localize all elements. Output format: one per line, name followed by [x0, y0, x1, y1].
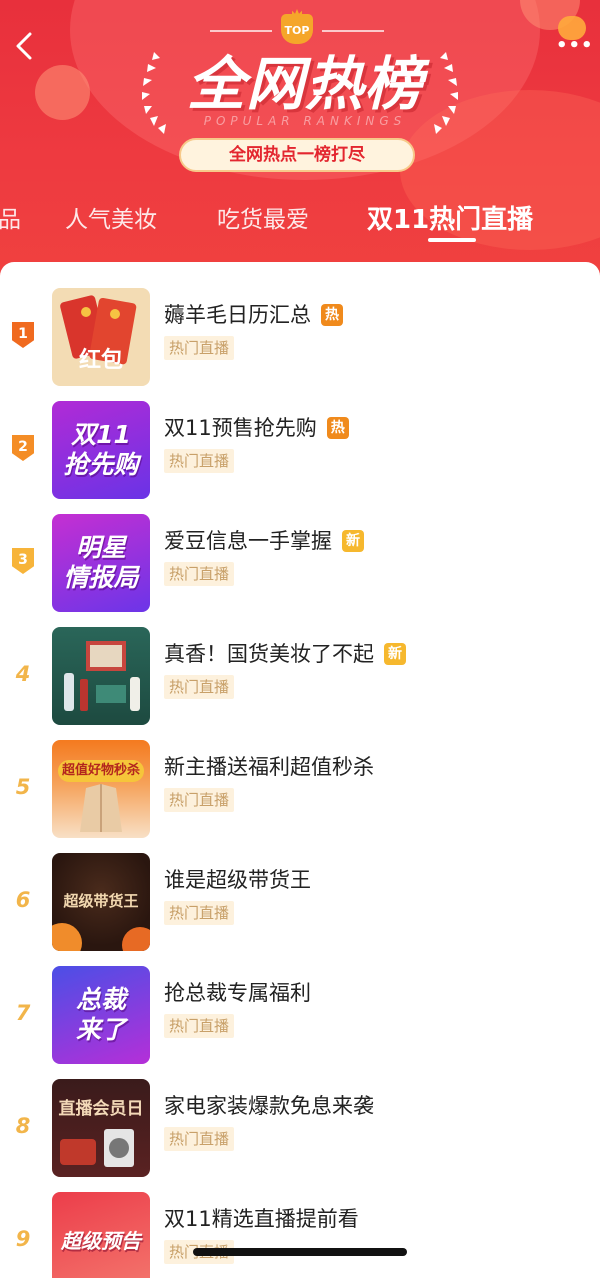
rank-badge: 2 [12, 435, 34, 461]
decor-circle [35, 65, 90, 120]
thumbnail: 明星 情报局 [52, 514, 150, 612]
rank-badge: 1 [12, 322, 34, 348]
thumbnail: 红包 [52, 288, 150, 386]
slogan-pill: 全网热点一榜打尽 [179, 138, 415, 172]
list-item[interactable]: 9 超级预告 双11精选直播提前看 热门直播 [0, 1192, 600, 1278]
thumbnail: 双11 抢先购 [52, 401, 150, 499]
back-button[interactable] [10, 28, 40, 64]
tab-beauty[interactable]: 人气美妆 [65, 196, 157, 248]
top-badge-label: TOP [284, 24, 310, 37]
thumbnail: 超级预告 [52, 1192, 150, 1278]
thumbnail-label: 超级带货王 [63, 892, 139, 910]
item-title: 抢总裁专属福利 [164, 978, 311, 1008]
category-tag: 热门直播 [164, 449, 235, 473]
rank-badge: 9 [12, 1226, 34, 1252]
rank-number: 3 [12, 548, 34, 574]
rank-badge: 7 [12, 1000, 34, 1026]
rank-number: 9 [15, 1227, 31, 1251]
tab-partial[interactable]: 品 [0, 196, 21, 248]
item-title-text: 家电家装爆款免息来袭 [164, 1094, 374, 1118]
ranking-list: 1 红包 薅羊毛日历汇总热 热门直播 2 双11 抢先购 双11预售抢先购热 热… [0, 262, 600, 1278]
rank-number: 5 [15, 775, 31, 799]
list-item[interactable]: 6 超级带货王 谁是超级带货王 热门直播 [0, 853, 600, 965]
more-dots-icon: ••• [556, 35, 594, 56]
rank-badge: 5 [12, 774, 34, 800]
list-item[interactable]: 1 红包 薅羊毛日历汇总热 热门直播 [0, 288, 600, 400]
tab-active-indicator [428, 238, 476, 242]
divider [210, 30, 272, 32]
category-tag: 热门直播 [164, 788, 235, 812]
list-item[interactable]: 8 直播会员日 家电家装爆款免息来袭 热门直播 [0, 1079, 600, 1191]
thumbnail: 超级带货王 [52, 853, 150, 951]
rank-number: 7 [15, 1001, 31, 1025]
item-title: 薅羊毛日历汇总热 [164, 300, 343, 330]
item-title-text: 爱豆信息一手掌握 [164, 529, 332, 553]
rank-number: 2 [12, 435, 34, 461]
appliance-image [60, 1129, 134, 1167]
laurel-icon [142, 52, 166, 134]
rank-number: 1 [12, 322, 34, 348]
item-title: 双11预售抢先购热 [164, 413, 349, 443]
divider [322, 30, 384, 32]
rank-number: 4 [15, 662, 31, 686]
new-badge: 新 [342, 530, 364, 552]
thumbnail-label: 明星 情报局 [63, 533, 139, 592]
page-subtitle: POPULAR RANKINGS [203, 114, 407, 128]
chevron-left-icon [16, 32, 32, 60]
list-item[interactable]: 3 明星 情报局 爱豆信息一手掌握新 热门直播 [0, 514, 600, 626]
tab-bar: 品 人气美妆 吃货最爱 双11热门直播 [0, 196, 600, 248]
item-title-text: 谁是超级带货王 [164, 868, 311, 892]
thumbnail: 总裁 来了 [52, 966, 150, 1064]
item-title: 谁是超级带货王 [164, 865, 311, 895]
item-title: 双11精选直播提前看 [164, 1204, 359, 1234]
thumbnail [52, 627, 150, 725]
item-title: 爱豆信息一手掌握新 [164, 526, 364, 556]
list-item[interactable]: 7 总裁 来了 抢总裁专属福利 热门直播 [0, 966, 600, 1078]
category-tag: 热门直播 [164, 901, 235, 925]
thumbnail: 直播会员日 [52, 1079, 150, 1177]
list-item[interactable]: 2 双11 抢先购 双11预售抢先购热 热门直播 [0, 401, 600, 513]
category-tag: 热门直播 [164, 336, 235, 360]
more-button[interactable]: ••• [556, 14, 594, 56]
top-badge: TOP [281, 9, 313, 44]
new-badge: 新 [384, 643, 406, 665]
hot-badge: 热 [326, 417, 349, 439]
thumbnail-label: 双11 抢先购 [63, 420, 139, 479]
rank-number: 8 [15, 1114, 31, 1138]
decor-circle [52, 923, 82, 951]
list-item[interactable]: 5 超值好物秒杀 新主播送福利超值秒杀 热门直播 [0, 740, 600, 852]
category-tag: 热门直播 [164, 1014, 235, 1038]
list-item[interactable]: 4 真香！国货美妆了不起新 热门直播 [0, 627, 600, 739]
thumbnail-label: 总裁 来了 [75, 985, 126, 1044]
category-tag: 热门直播 [164, 675, 235, 699]
item-title-text: 抢总裁专属福利 [164, 981, 311, 1005]
rank-badge: 4 [12, 661, 34, 687]
item-title: 家电家装爆款免息来袭 [164, 1091, 374, 1121]
page-title: 全网热榜 [186, 50, 423, 118]
rank-badge: 6 [12, 887, 34, 913]
rank-number: 6 [15, 888, 31, 912]
item-title-text: 薅羊毛日历汇总 [164, 303, 311, 327]
cosmetics-image [64, 641, 140, 711]
item-title: 新主播送福利超值秒杀 [164, 752, 374, 782]
thumbnail-label: 超级预告 [61, 1229, 141, 1253]
hot-badge: 热 [321, 304, 343, 326]
item-title-text: 双11精选直播提前看 [164, 1207, 359, 1231]
item-title-text: 真香！国货美妆了不起 [164, 642, 374, 666]
item-title-text: 双11预售抢先购 [164, 416, 317, 440]
category-tag: 热门直播 [164, 562, 235, 586]
rank-badge: 8 [12, 1113, 34, 1139]
home-indicator[interactable] [193, 1248, 407, 1256]
thumbnail-label: 红包 [78, 348, 123, 373]
category-tag: 热门直播 [164, 1127, 235, 1151]
rank-badge: 3 [12, 548, 34, 574]
thumbnail: 超值好物秒杀 [52, 740, 150, 838]
coat-image [80, 784, 122, 832]
item-title: 真香！国货美妆了不起新 [164, 639, 406, 669]
header: ••• TOP 全网热榜 POPULAR RANKINGS 全网热点一榜打尽 品… [0, 0, 600, 290]
item-title-text: 新主播送福利超值秒杀 [164, 755, 374, 779]
decor-circle [122, 927, 150, 951]
tab-food[interactable]: 吃货最爱 [217, 196, 309, 248]
